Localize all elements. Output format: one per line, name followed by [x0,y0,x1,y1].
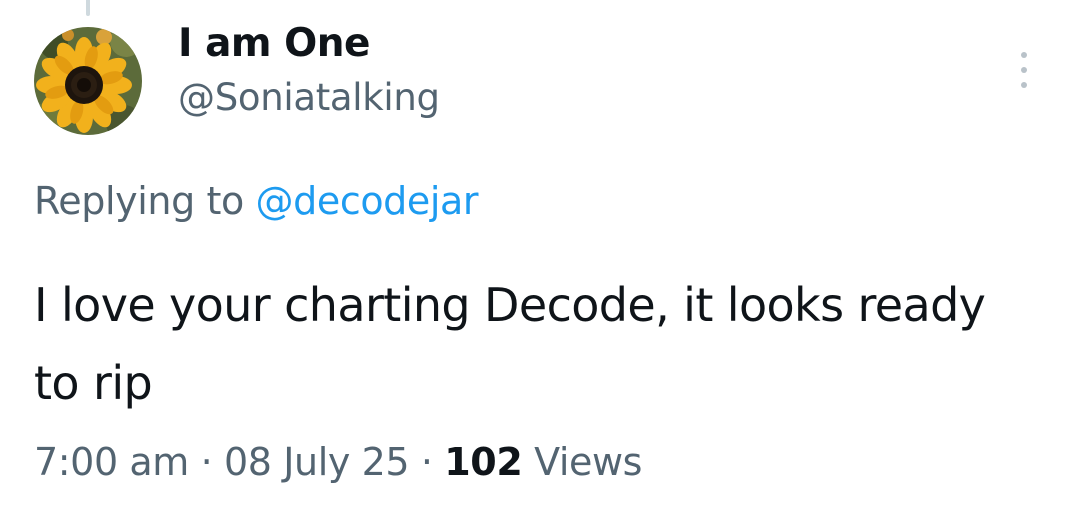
more-options-button[interactable] [1016,52,1032,88]
sunflower-avatar-icon [34,27,142,135]
tweet-text: I love your charting Decode, it looks re… [34,278,986,410]
replying-to-line: Replying to @decodejar [34,174,479,228]
author-display-name[interactable]: I am One [178,18,440,70]
tweet-time[interactable]: 7:00 am [34,440,189,484]
author-block: I am One @Soniatalking [178,18,440,126]
more-vertical-icon-dot [1021,67,1027,73]
meta-separator: · [200,440,213,484]
replying-to-label: Replying to [34,179,244,223]
more-vertical-icon [1021,52,1027,58]
author-handle[interactable]: @Soniatalking [178,70,440,126]
more-vertical-icon-dot [1021,82,1027,88]
tweet-date[interactable]: 08 July 25 [224,440,410,484]
avatar[interactable] [34,27,142,135]
meta-separator: · [420,440,433,484]
views-label[interactable]: Views [534,440,642,484]
reply-mention-link[interactable]: @decodejar [256,179,479,223]
tweet-meta: 7:00 am · 08 July 25 · 102 Views [34,432,642,492]
views-count[interactable]: 102 [444,440,523,484]
thread-connector-line [86,0,90,16]
